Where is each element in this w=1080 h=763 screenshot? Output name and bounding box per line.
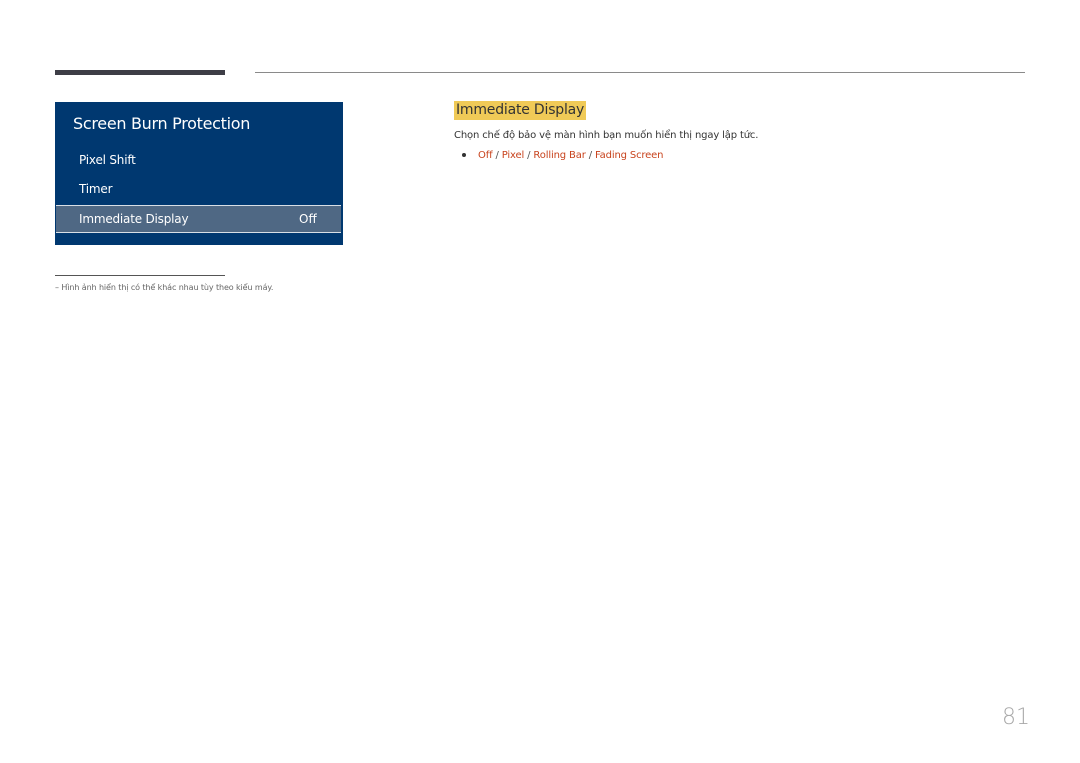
option-fading-screen: Fading Screen	[594, 150, 664, 161]
osd-menu-item-timer[interactable]: Timer	[79, 182, 113, 196]
option-pixel: Pixel	[501, 150, 525, 161]
option-separator: /	[585, 150, 595, 161]
bullet-icon	[462, 153, 466, 157]
footnote: – Hình ảnh hiển thị có thể khác nhau tùy…	[55, 283, 274, 292]
section-description: Chọn chế độ bảo vệ màn hình bạn muốn hiể…	[454, 130, 759, 141]
option-rolling-bar: Rolling Bar	[533, 150, 586, 161]
section-heading: Immediate Display	[454, 101, 587, 120]
osd-menu-item-value: Off	[299, 212, 317, 226]
osd-menu-panel: Screen Burn Protection Pixel Shift Timer…	[55, 102, 343, 245]
option-off: Off	[478, 150, 493, 161]
osd-menu-item-label: Immediate Display	[79, 212, 189, 226]
footnote-divider	[55, 275, 225, 276]
osd-menu-title: Screen Burn Protection	[73, 114, 251, 133]
page-number: 81	[1002, 705, 1030, 730]
header-rule-thin	[255, 72, 1025, 73]
osd-menu-item-immediate-display[interactable]: Immediate Display Off	[56, 205, 341, 233]
option-separator: /	[492, 150, 502, 161]
header-rule-dark	[55, 70, 225, 75]
osd-menu-item-pixel-shift[interactable]: Pixel Shift	[79, 153, 136, 167]
options-list-item: Off / Pixel / Rolling Bar / Fading Scree…	[462, 150, 664, 161]
